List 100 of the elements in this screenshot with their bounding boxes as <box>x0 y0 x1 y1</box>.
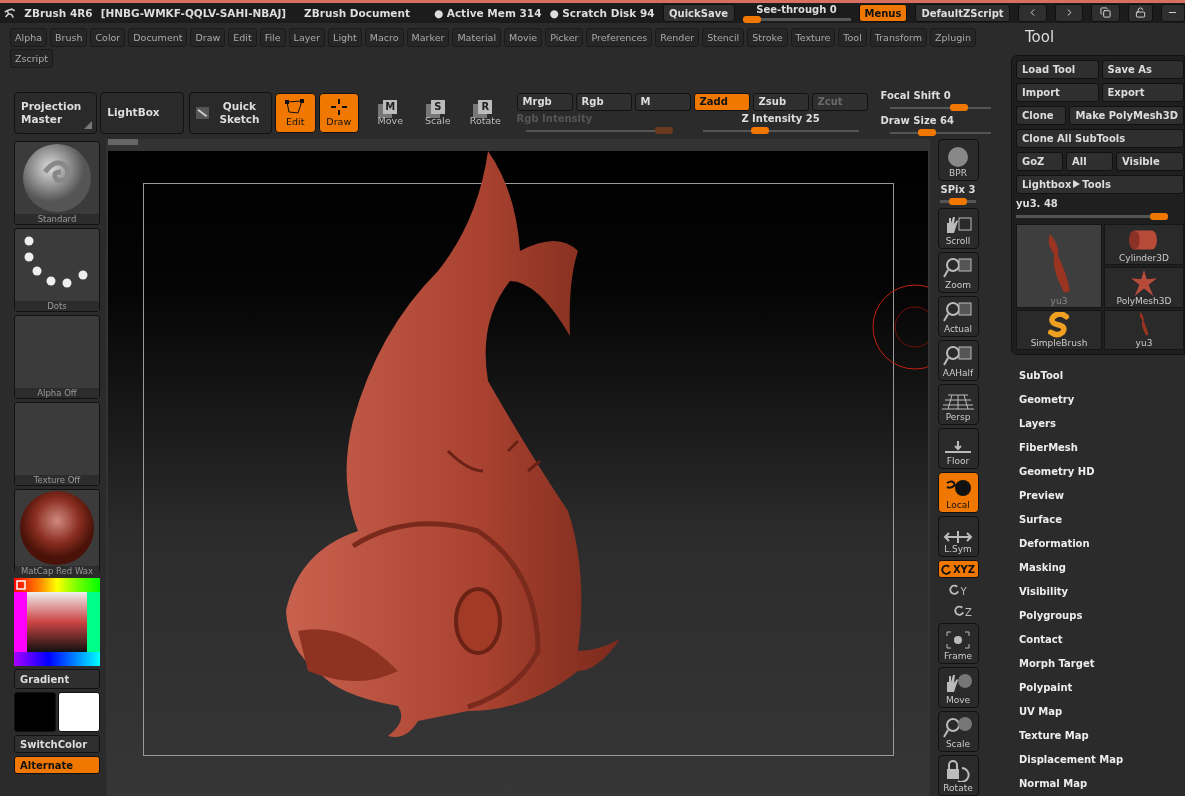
empty-tile[interactable]: Texture Off <box>14 402 100 486</box>
xyz-toggle[interactable]: XYZ <box>937 560 979 578</box>
panel-section[interactable]: Normal Map <box>1019 771 1185 795</box>
menu-item[interactable]: Material <box>452 28 501 47</box>
panel-section[interactable]: Geometry HD <box>1019 459 1185 483</box>
panel-section[interactable]: Visibility <box>1019 579 1185 603</box>
menus-button[interactable]: Menus <box>858 4 908 22</box>
lightbox-button[interactable]: LightBox <box>100 91 184 134</box>
menu-item[interactable]: Zplugin <box>930 28 976 47</box>
move-button[interactable]: Move <box>937 667 979 708</box>
empty-tile[interactable]: Alpha Off <box>14 315 100 399</box>
menu-item[interactable]: Stencil <box>702 28 745 47</box>
aahalf-button[interactable]: AAHalf <box>937 340 979 381</box>
projection-master-button[interactable]: Projection Master <box>14 91 98 134</box>
menu-item[interactable]: Document <box>128 28 188 47</box>
panel-section[interactable]: Geometry <box>1019 387 1185 411</box>
menu-item[interactable]: Layer <box>288 28 326 47</box>
panel-section[interactable]: Preview <box>1019 483 1185 507</box>
panel-section[interactable]: SubTool <box>1019 363 1185 387</box>
panel-section[interactable]: UV Map <box>1019 699 1185 723</box>
menu-item[interactable]: Draw <box>190 28 226 47</box>
menu-item[interactable]: Marker <box>406 28 450 47</box>
transform-button[interactable]: S Scale <box>417 92 459 133</box>
panel-section[interactable]: Deformation <box>1019 531 1185 555</box>
tool-thumbnail[interactable]: SimpleBrush <box>1016 310 1102 350</box>
tool-button[interactable]: Save As <box>1101 60 1184 79</box>
zoom-button[interactable]: Zoom <box>937 252 979 293</box>
channel-button[interactable]: M <box>634 92 691 111</box>
menu-item[interactable]: Edit <box>228 28 257 47</box>
channel-button[interactable]: Mrgb <box>516 92 573 111</box>
scrollbar-handle[interactable] <box>108 139 138 145</box>
alternate-button[interactable]: Alternate <box>14 756 100 774</box>
panel-section[interactable]: Polypaint <box>1019 675 1185 699</box>
menu-item[interactable]: File <box>259 28 286 47</box>
slider-thumb[interactable] <box>751 126 770 134</box>
menu-item[interactable]: Color <box>90 28 126 47</box>
depth-mode-button[interactable]: Zadd <box>693 92 750 111</box>
persp-button[interactable]: Persp <box>937 384 979 425</box>
panel-section[interactable]: Contact <box>1019 627 1185 651</box>
panel-section[interactable]: Texture Map <box>1019 723 1185 747</box>
menu-item[interactable]: Preferences <box>586 28 653 47</box>
menu-item[interactable]: Picker <box>545 28 584 47</box>
menu-item[interactable]: Light <box>328 28 362 47</box>
local-button[interactable]: Local <box>937 472 979 513</box>
edit-mode-button[interactable]: Edit <box>275 92 316 133</box>
axis-toggle[interactable]: Z <box>954 602 972 620</box>
switch-color-button[interactable]: SwitchColor <box>14 735 100 753</box>
tool-thumbnail[interactable]: PolyMesh3D <box>1104 267 1184 308</box>
axis-toggle[interactable]: Y <box>949 581 967 599</box>
menu-item[interactable]: Tool <box>838 28 867 47</box>
lightbox-tools-button[interactable]: Lightbox Tools <box>1016 175 1184 194</box>
tool-button[interactable]: Visible <box>1116 152 1184 171</box>
secondary-color-swatch[interactable] <box>58 692 100 732</box>
lsym-button[interactable]: L.Sym <box>937 516 979 557</box>
main-color-swatch[interactable] <box>14 692 56 732</box>
color-picker[interactable] <box>14 578 100 666</box>
transform-button[interactable]: M Move <box>370 92 411 133</box>
see-through-track[interactable] <box>742 15 851 23</box>
panel-section[interactable]: Displacement Map <box>1019 747 1185 771</box>
panel-section[interactable]: Masking <box>1019 555 1185 579</box>
scale-button[interactable]: Scale <box>937 711 979 752</box>
slider-thumb[interactable] <box>742 15 761 23</box>
tool-button[interactable]: Make PolyMesh3D <box>1069 106 1184 125</box>
depth-mode-button[interactable]: Zsub <box>752 92 809 111</box>
channel-button[interactable]: Rgb <box>575 92 632 111</box>
next-layout-button[interactable] <box>1054 4 1084 22</box>
menu-item[interactable]: Zscript <box>10 49 53 68</box>
frame-button[interactable]: Frame <box>937 623 979 664</box>
tool-button[interactable]: Export <box>1101 83 1184 102</box>
panel-section[interactable]: Polygroups <box>1019 603 1185 627</box>
script-button[interactable]: DefaultZScript <box>915 4 1010 22</box>
quicksave-button[interactable]: QuickSave <box>662 4 735 22</box>
menu-item[interactable]: Render <box>655 28 700 47</box>
slider-thumb[interactable] <box>918 128 937 136</box>
tool-button[interactable]: Load Tool <box>1016 60 1099 79</box>
panel-section[interactable]: Surface <box>1019 507 1185 531</box>
menu-item[interactable]: Texture <box>790 28 836 47</box>
menu-item[interactable]: Brush <box>50 28 88 47</box>
layout-button[interactable] <box>1091 4 1121 22</box>
tool-button[interactable]: Clone All SubTools <box>1016 129 1184 148</box>
lock-button[interactable] <box>1128 4 1153 22</box>
scroll-button[interactable]: Scroll <box>937 208 979 249</box>
tool-button[interactable]: Import <box>1016 83 1099 102</box>
floor-button[interactable]: Floor <box>937 428 979 469</box>
slider-thumb[interactable] <box>1149 213 1168 220</box>
previous-layout-button[interactable] <box>1017 4 1047 22</box>
bpr-button[interactable]: BPR <box>937 139 979 181</box>
quick-sketch-button[interactable]: Quick Sketch <box>188 91 272 134</box>
stroke-tile[interactable]: Dots <box>14 228 100 312</box>
menu-item[interactable]: Transform <box>869 28 928 47</box>
rotate-button[interactable]: Rotate <box>937 755 979 796</box>
draw-mode-button[interactable]: Draw <box>318 92 359 133</box>
tool-button[interactable]: All <box>1066 152 1113 171</box>
tool-slider-track[interactable] <box>1016 213 1166 220</box>
tool-thumbnail[interactable]: yu3 <box>1104 310 1184 350</box>
transform-button[interactable]: R Rotate <box>465 92 506 133</box>
tool-button[interactable]: Clone <box>1016 106 1067 125</box>
menu-item[interactable]: Alpha <box>10 28 47 47</box>
menu-item[interactable]: Stroke <box>747 28 788 47</box>
actual-button[interactable]: Actual <box>937 296 979 337</box>
